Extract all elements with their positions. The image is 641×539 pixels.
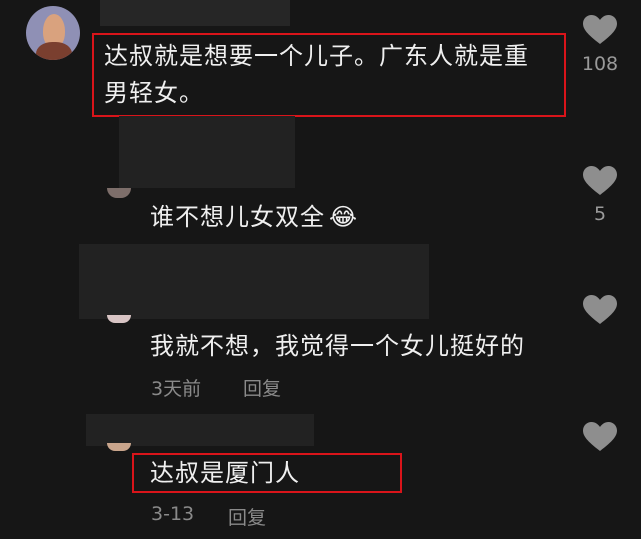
comment-text: 我就不想，我觉得一个女儿挺好的: [150, 332, 525, 360]
blurred-username: [119, 116, 295, 188]
comment-text: 谁不想儿女双全 😂: [150, 203, 359, 231]
avatar[interactable]: [107, 315, 131, 323]
comment-time: 3-13: [151, 503, 195, 525]
comment-text: 达叔是厦门人: [150, 459, 300, 487]
blurred-username: [79, 244, 429, 319]
laughing-emoji: 😂: [329, 203, 359, 231]
reply-button[interactable]: 回复: [228, 503, 266, 530]
avatar[interactable]: [107, 443, 131, 451]
like-count: 5: [593, 203, 607, 225]
like-button[interactable]: [583, 422, 617, 452]
avatar[interactable]: [26, 6, 80, 60]
comment-thread: { "comments": [ {"text_line1": "达叔就是想要一个…: [0, 0, 641, 539]
avatar[interactable]: [107, 188, 131, 198]
comment-time: 3天前: [151, 378, 202, 400]
like-button[interactable]: [583, 295, 617, 325]
heart-icon: [583, 166, 617, 195]
blurred-username: [100, 0, 290, 26]
heart-icon: [583, 295, 617, 324]
reply-button[interactable]: 回复: [243, 374, 281, 401]
like-button[interactable]: [583, 15, 617, 45]
heart-icon: [583, 422, 617, 451]
like-button[interactable]: [583, 166, 617, 196]
comment-text: 达叔就是想要一个儿子。广东人就是重 男轻女。: [104, 42, 529, 107]
like-count: 108: [581, 53, 619, 75]
heart-icon: [583, 15, 617, 44]
blurred-username: [86, 414, 314, 446]
